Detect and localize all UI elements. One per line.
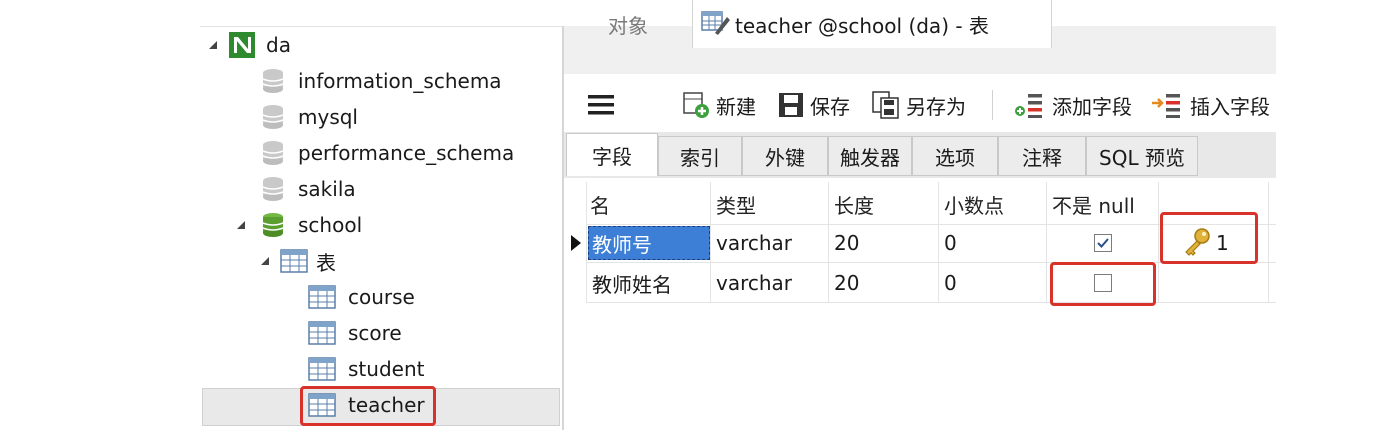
database-icon [262, 140, 284, 166]
toolbar-separator [992, 90, 993, 120]
tab-foreign-keys[interactable]: 外键 [742, 136, 828, 176]
table-label: course [348, 285, 415, 309]
field-decimals-cell[interactable]: 0 [944, 224, 957, 262]
tree-item-database[interactable]: mysql [262, 100, 358, 134]
database-label: performance_schema [298, 141, 515, 165]
collapse-arrow-icon[interactable] [208, 40, 218, 50]
tree-item-tables[interactable]: 表 [260, 244, 336, 278]
save-label: 保存 [810, 94, 850, 119]
database-icon [262, 68, 284, 94]
field-length-cell[interactable]: 20 [834, 264, 859, 302]
tab-title: teacher @school (da) - 表 [735, 13, 989, 38]
tree-item-database-school[interactable]: school [236, 208, 362, 242]
connection-icon [228, 31, 256, 59]
insert-field-button[interactable]: 插入字段 [1150, 90, 1270, 120]
tab-objects[interactable]: 对象 [564, 0, 692, 48]
insert-field-icon [1152, 94, 1180, 118]
table-icon [308, 321, 336, 345]
save-as-label: 另存为 [906, 94, 966, 119]
tree-item-table[interactable]: student [308, 352, 424, 386]
menu-icon[interactable] [588, 94, 614, 120]
field-name-cell[interactable]: 教师姓名 [592, 264, 672, 302]
save-as-button[interactable]: 另存为 [872, 90, 966, 120]
new-icon [683, 92, 709, 118]
tables-folder-icon [280, 249, 308, 273]
field-length-cell[interactable]: 20 [834, 224, 859, 262]
add-field-label: 添加字段 [1052, 94, 1132, 119]
tab-options[interactable]: 选项 [912, 136, 998, 176]
table-label: score [348, 321, 402, 345]
table-icon [308, 357, 336, 381]
column-header-name[interactable]: 名 [590, 186, 610, 222]
save-as-icon [872, 91, 899, 119]
add-field-button[interactable]: 添加字段 [1012, 90, 1132, 120]
current-row-indicator-icon [570, 234, 582, 256]
tab-comments[interactable]: 注释 [998, 136, 1086, 176]
tree-item-table[interactable]: course [308, 280, 415, 314]
tree-item-database[interactable]: performance_schema [262, 136, 514, 170]
tree-item-database[interactable]: sakila [262, 172, 356, 206]
highlight-box-primary-key [1160, 212, 1258, 264]
connection-label: da [266, 33, 291, 57]
collapse-arrow-icon[interactable] [236, 220, 246, 230]
field-name-cell[interactable]: 教师号 [592, 224, 652, 262]
column-header-length[interactable]: 长度 [834, 186, 874, 222]
tree-item-table[interactable]: score [308, 316, 402, 350]
column-header-decimals[interactable]: 小数点 [944, 186, 1004, 222]
collapse-arrow-icon[interactable] [260, 256, 270, 266]
table-design-icon [701, 9, 731, 40]
tables-label: 表 [316, 250, 336, 275]
field-type-cell[interactable]: varchar [716, 264, 792, 302]
highlight-box-teacher [300, 386, 436, 426]
tree-item-connection[interactable]: da [208, 28, 291, 62]
save-button[interactable]: 保存 [778, 90, 850, 120]
database-label: information_schema [298, 69, 502, 93]
new-button[interactable]: 新建 [682, 90, 756, 120]
highlight-box-not-null [1050, 262, 1156, 306]
column-header-type[interactable]: 类型 [716, 186, 756, 222]
database-label: school [298, 213, 363, 237]
table-icon [308, 285, 336, 309]
insert-field-label: 插入字段 [1190, 94, 1270, 119]
database-icon [262, 104, 284, 130]
database-label: mysql [298, 105, 358, 129]
tab-indexes[interactable]: 索引 [658, 136, 742, 176]
database-label: sakila [298, 177, 356, 201]
save-icon [779, 93, 803, 117]
field-decimals-cell[interactable]: 0 [944, 264, 957, 302]
add-field-icon [1015, 94, 1042, 118]
new-label: 新建 [716, 94, 756, 119]
database-open-icon [262, 212, 284, 238]
tab-sql-preview[interactable]: SQL 预览 [1086, 136, 1198, 176]
tab-fields[interactable]: 字段 [566, 133, 658, 176]
database-icon [262, 176, 284, 202]
tab-triggers[interactable]: 触发器 [828, 136, 912, 176]
not-null-checkbox-checked[interactable] [1094, 234, 1112, 252]
tab-table-editor[interactable]: teacher @school (da) - 表 [692, 0, 1052, 48]
table-label: student [348, 357, 425, 381]
field-type-cell[interactable]: varchar [716, 224, 792, 262]
column-header-not-null[interactable]: 不是 null [1052, 186, 1135, 222]
tree-item-database[interactable]: information_schema [262, 64, 502, 98]
